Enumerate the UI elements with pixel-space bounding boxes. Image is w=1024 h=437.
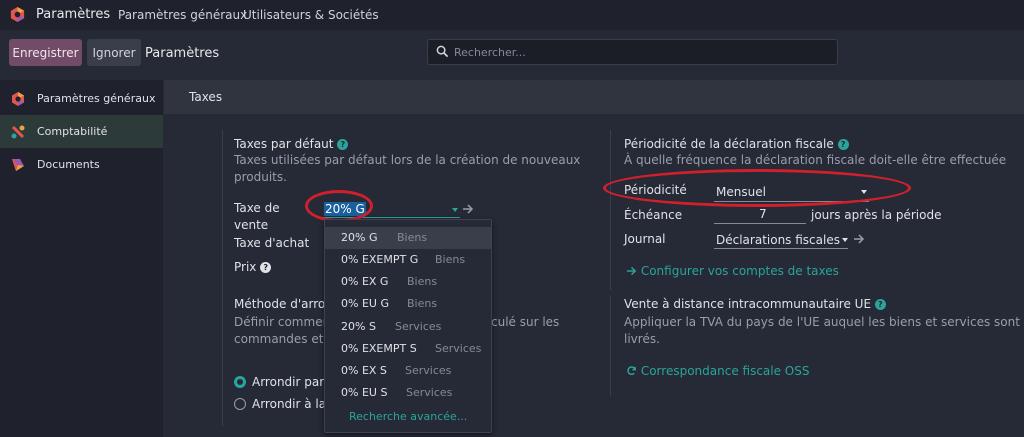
oss-fiscal-mapping-link[interactable]: Correspondance fiscale OSS	[626, 364, 809, 378]
sidebar-item-documents[interactable]: Documents	[0, 148, 163, 181]
dropdown-item[interactable]: 0% EX S Services	[325, 360, 491, 382]
dropdown-item[interactable]: 0% EU S Services	[325, 382, 491, 404]
rounding-desc-1-end: culé sur les	[491, 315, 560, 329]
sidebar-item-accounting[interactable]: Comptabilité	[0, 115, 163, 148]
periodicity-desc: À quelle fréquence la déclaration fiscal…	[624, 153, 1007, 167]
due-suffix: jours après la période	[811, 208, 942, 222]
help-icon[interactable]: ?	[260, 262, 272, 273]
tax-scope: Services	[405, 364, 452, 377]
dropdown-item[interactable]: 0% EXEMPT G Biens	[325, 249, 491, 271]
tax-code: 0% EU S	[341, 386, 388, 399]
arrow-right-icon	[626, 266, 637, 276]
distance-sales-title-text: Vente à distance intracommunautaire UE	[624, 297, 872, 311]
purchase-tax-label: Taxe d'achat	[234, 236, 310, 250]
odoo-logo-icon[interactable]	[9, 6, 26, 23]
tax-scope: Biens	[397, 231, 428, 244]
rounding-global-radio[interactable]	[234, 398, 246, 410]
due-days-input[interactable]: 7	[759, 207, 767, 221]
configure-link-text: Configurer vos comptes de taxes	[640, 264, 839, 278]
default-taxes-title: Taxes par défaut ?	[234, 137, 349, 151]
accounting-icon	[11, 125, 25, 138]
dropdown-item[interactable]: 20% G Biens	[325, 227, 491, 249]
search-icon	[436, 45, 449, 58]
periodicity-title: Périodicité de la déclaration fiscale ?	[624, 137, 849, 151]
save-button[interactable]: Enregistrer	[9, 39, 82, 66]
help-icon[interactable]: ?	[837, 139, 849, 150]
dropdown-item[interactable]: 0% EXEMPT S Services	[325, 338, 491, 360]
sale-tax-label-2: vente	[234, 218, 269, 232]
oss-link-text: Correspondance fiscale OSS	[640, 364, 810, 378]
help-icon[interactable]: ?	[337, 139, 349, 150]
journal-underline	[714, 248, 848, 249]
rounding-desc-1: Définir comment	[234, 315, 335, 329]
menu-general-settings[interactable]: Paramètres généraux	[118, 8, 247, 22]
dropdown-item[interactable]: 20% S Services	[325, 316, 491, 338]
tax-code: 0% EXEMPT S	[341, 342, 417, 355]
distance-sales-desc-1: Appliquer la TVA du pays de l'UE auquel …	[624, 315, 1020, 329]
journal-select[interactable]: Déclarations fiscales	[716, 233, 840, 247]
page-title: Paramètres	[145, 46, 220, 61]
price-label-text: Prix	[234, 260, 257, 274]
sidebar-item-label: Paramètres généraux	[37, 92, 156, 105]
tax-autocomplete-dropdown: 20% G Biens 0% EXEMPT G Biens 0% EX G Bi…	[324, 219, 492, 433]
setting-divider	[610, 130, 611, 290]
tax-scope: Biens	[407, 297, 438, 310]
section-header: Taxes	[164, 80, 1024, 114]
default-taxes-desc-2: produits.	[234, 170, 287, 184]
caret-down-icon[interactable]	[451, 207, 459, 213]
default-taxes-desc-1: Taxes utilisées par défaut lors de la cr…	[234, 153, 581, 167]
tax-code: 20% G	[341, 231, 378, 244]
arrow-right-icon[interactable]	[462, 203, 474, 215]
arrow-right-icon[interactable]	[853, 233, 865, 245]
periodicity-title-text: Périodicité de la déclaration fiscale	[624, 137, 834, 151]
advanced-search-link[interactable]: Recherche avancée...	[349, 410, 467, 423]
annotation-circle	[603, 169, 911, 207]
tax-scope: Services	[406, 386, 453, 399]
caret-down-icon[interactable]	[841, 237, 849, 243]
price-label: Prix ?	[234, 260, 272, 274]
due-days-underline	[714, 223, 806, 224]
tax-code: 0% EXEMPT G	[341, 253, 419, 266]
annotation-circle	[305, 190, 373, 222]
refresh-icon	[627, 366, 636, 376]
search-input[interactable]	[454, 44, 824, 60]
discard-button[interactable]: Ignorer	[87, 39, 141, 66]
sidebar-item-label: Documents	[37, 158, 100, 171]
configure-tax-accounts-link[interactable]: Configurer vos comptes de taxes	[626, 264, 839, 278]
journal-label: Journal	[624, 232, 666, 246]
due-label: Échéance	[624, 208, 683, 222]
setting-divider	[610, 296, 611, 396]
tax-scope: Biens	[407, 275, 438, 288]
documents-icon	[12, 158, 24, 171]
sidebar-item-general-settings[interactable]: Paramètres généraux	[0, 82, 163, 115]
help-icon[interactable]: ?	[874, 299, 886, 310]
dropdown-item[interactable]: 0% EX G Biens	[325, 271, 491, 293]
default-taxes-title-text: Taxes par défaut	[234, 137, 334, 151]
tax-code: 0% EU G	[341, 297, 389, 310]
setting-divider	[222, 296, 223, 426]
search-box[interactable]	[427, 39, 838, 65]
dropdown-item[interactable]: 0% EU G Biens	[325, 293, 491, 315]
menu-users-companies[interactable]: Utilisateurs & Sociétés	[243, 8, 379, 22]
control-panel: Enregistrer Ignorer Paramètres	[0, 30, 1024, 80]
tax-code: 0% EX G	[341, 275, 389, 288]
app-title[interactable]: Paramètres	[36, 7, 110, 22]
rounding-per-line-radio[interactable]	[234, 376, 246, 388]
tax-scope: Services	[395, 320, 442, 333]
section-title: Taxes	[189, 90, 223, 104]
sale-tax-label-1: Taxe de	[234, 201, 280, 215]
tax-code: 0% EX S	[341, 364, 387, 377]
distance-sales-title: Vente à distance intracommunautaire UE ?	[624, 297, 886, 311]
sidebar-item-label: Comptabilité	[37, 125, 108, 138]
settings-sidebar: Paramètres généraux Comptabilité Documen…	[0, 80, 163, 437]
top-navbar: Paramètres Paramètres généraux Utilisate…	[0, 0, 1024, 30]
distance-sales-desc-2: livrés.	[624, 332, 660, 346]
tax-scope: Services	[435, 342, 482, 355]
tax-code: 20% S	[341, 320, 376, 333]
odoo-logo-icon	[12, 91, 24, 106]
tax-scope: Biens	[435, 253, 466, 266]
